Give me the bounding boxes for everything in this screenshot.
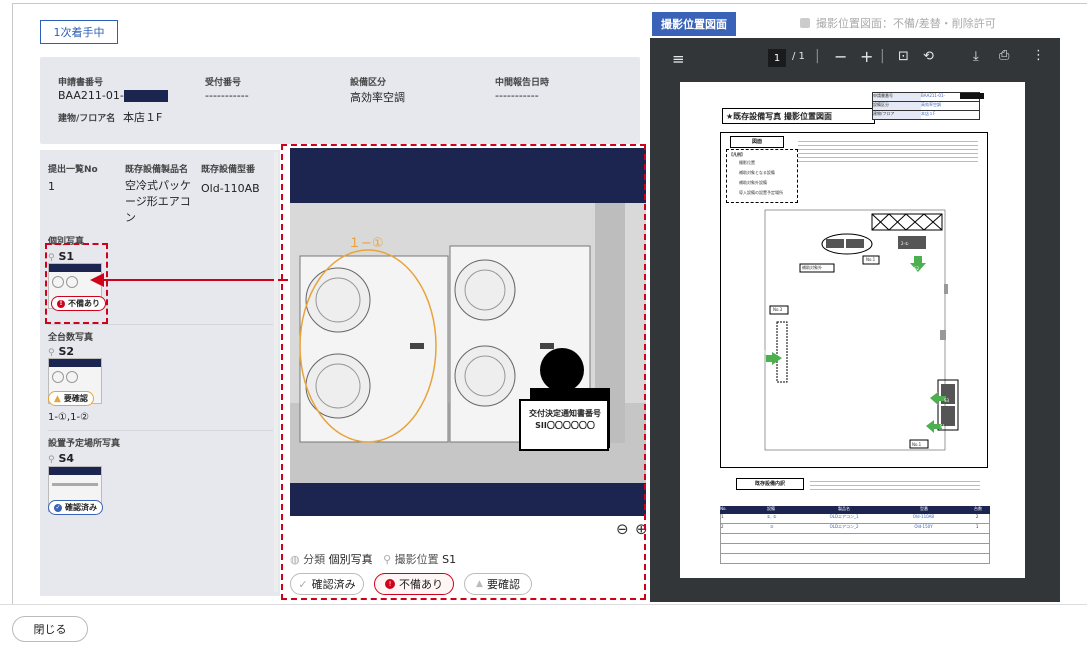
tab-permission[interactable]: 撮影位置図面：不備/差替・削除許可 [800, 15, 996, 31]
receipt-label: 受付番号 [205, 78, 242, 88]
check-circle-icon: ✓ [54, 503, 62, 512]
doc-title: ★既存設備写真 撮影位置図面 [722, 108, 875, 124]
zoom-in-icon[interactable]: + [860, 47, 873, 66]
location-pin-icon: ⚲ [48, 348, 55, 358]
instruction-lines-2 [810, 478, 980, 493]
equipment-table: No. 設備 製品名 型番 台数 1 ①, ② OLDエアコン_1 Old-11… [720, 506, 990, 564]
location-pin-icon: ⚲ [48, 455, 55, 465]
map-label: S3 [944, 398, 950, 403]
building-value: 本店１F [123, 111, 163, 124]
arrow-annotation [90, 273, 288, 287]
scrollbar-track[interactable] [274, 152, 278, 592]
divider [48, 430, 273, 431]
page-total: / 1 [792, 51, 805, 62]
redaction-block [123, 90, 168, 102]
map-label: 補助対象外 [802, 265, 822, 270]
viewer-right-gutter [1060, 38, 1087, 602]
divider [48, 324, 273, 325]
section1-title: 図面 [730, 136, 784, 148]
app-no-value: BAA211-01- [58, 89, 168, 102]
separator: | [880, 48, 885, 64]
section2-title: 既存設備内訳 [736, 478, 804, 490]
building-label: 建物/フロア名 [58, 114, 116, 124]
rotate-icon[interactable]: ⟲ [923, 49, 934, 64]
equipment-label: 設備区分 [350, 78, 387, 88]
highlight-box-photo [281, 144, 646, 600]
menu-icon[interactable]: ≡ [672, 50, 685, 68]
app-no-label: 申請書番号 [58, 78, 104, 88]
tab-position-drawing[interactable]: 撮影位置図面 [652, 12, 736, 36]
instruction-lines [798, 138, 978, 178]
warning-icon: ▲ [54, 393, 61, 404]
list-no-label: 提出一覧No [48, 165, 98, 175]
equipment-value: 高効率空調 [350, 91, 405, 104]
map-label: S2 [914, 266, 920, 271]
floor-plan [764, 209, 959, 451]
application-info-panel: 申請書番号 BAA211-01- 受付番号 ----------- 設備区分 高… [40, 57, 640, 144]
interim-value: ----------- [495, 89, 539, 102]
confirmed-badge: ✓ 確認済み [48, 500, 103, 515]
model-label: 既存設備型番 [201, 165, 256, 175]
map-label: S4 [764, 350, 770, 355]
separator: | [815, 48, 820, 64]
pin-s2[interactable]: ⚲ S2 [48, 345, 74, 358]
pdf-toolbar: ≡ 1 / 1 | − + | ⊡ ⟲ ⤓ ⎙ ⋮ [650, 38, 1060, 80]
footer-divider [0, 604, 1087, 605]
product-name-value: 空冷式パッケージ形エアコン [125, 179, 191, 224]
redaction-block [960, 93, 984, 99]
section-title-location: 設置予定場所写真 [48, 439, 121, 449]
map-label: No.1 [912, 442, 922, 447]
status-tag: 1次着手中 [40, 20, 118, 44]
section-title-all: 全台数写真 [48, 333, 94, 343]
zoom-out-icon[interactable]: − [834, 47, 847, 66]
photo-note: 1-①,1-② [48, 412, 90, 423]
fit-page-icon[interactable]: ⊡ [898, 49, 909, 64]
download-icon[interactable]: ⤓ [973, 49, 979, 64]
product-name-label: 既存設備製品名 [125, 165, 189, 175]
more-options-icon[interactable]: ⋮ [1032, 48, 1045, 63]
photo-list-panel: 提出一覧No 1 既存設備製品名 空冷式パッケージ形エアコン 既存設備型番 Ol… [40, 150, 280, 596]
map-label: No.1 [866, 257, 876, 262]
legend-box: 【凡例】 撮影位置 補助対象となる設備 補助対象外設備 導入設備の設置予定場所 [726, 149, 798, 203]
close-button[interactable]: 閉じる [12, 616, 88, 642]
pin-s4[interactable]: ⚲ S4 [48, 452, 74, 465]
checkbox-icon [800, 18, 810, 28]
interim-label: 中間報告日時 [495, 78, 550, 88]
review-badge: ▲ 要確認 [48, 391, 94, 406]
page-number-input[interactable]: 1 [768, 49, 786, 67]
receipt-value: ----------- [205, 89, 249, 102]
map-label: No.3 [773, 307, 783, 312]
list-no-value: 1 [48, 180, 55, 193]
print-icon[interactable]: ⎙ [999, 48, 1009, 63]
map-label: 2-① [901, 241, 909, 246]
pdf-page: ★既存設備写真 撮影位置図面 申請書番号 BAA211-01- 設備区分 高効率空調… [680, 82, 1025, 578]
map-label: S1 [940, 424, 946, 429]
model-value: Old-110AB [201, 182, 260, 195]
